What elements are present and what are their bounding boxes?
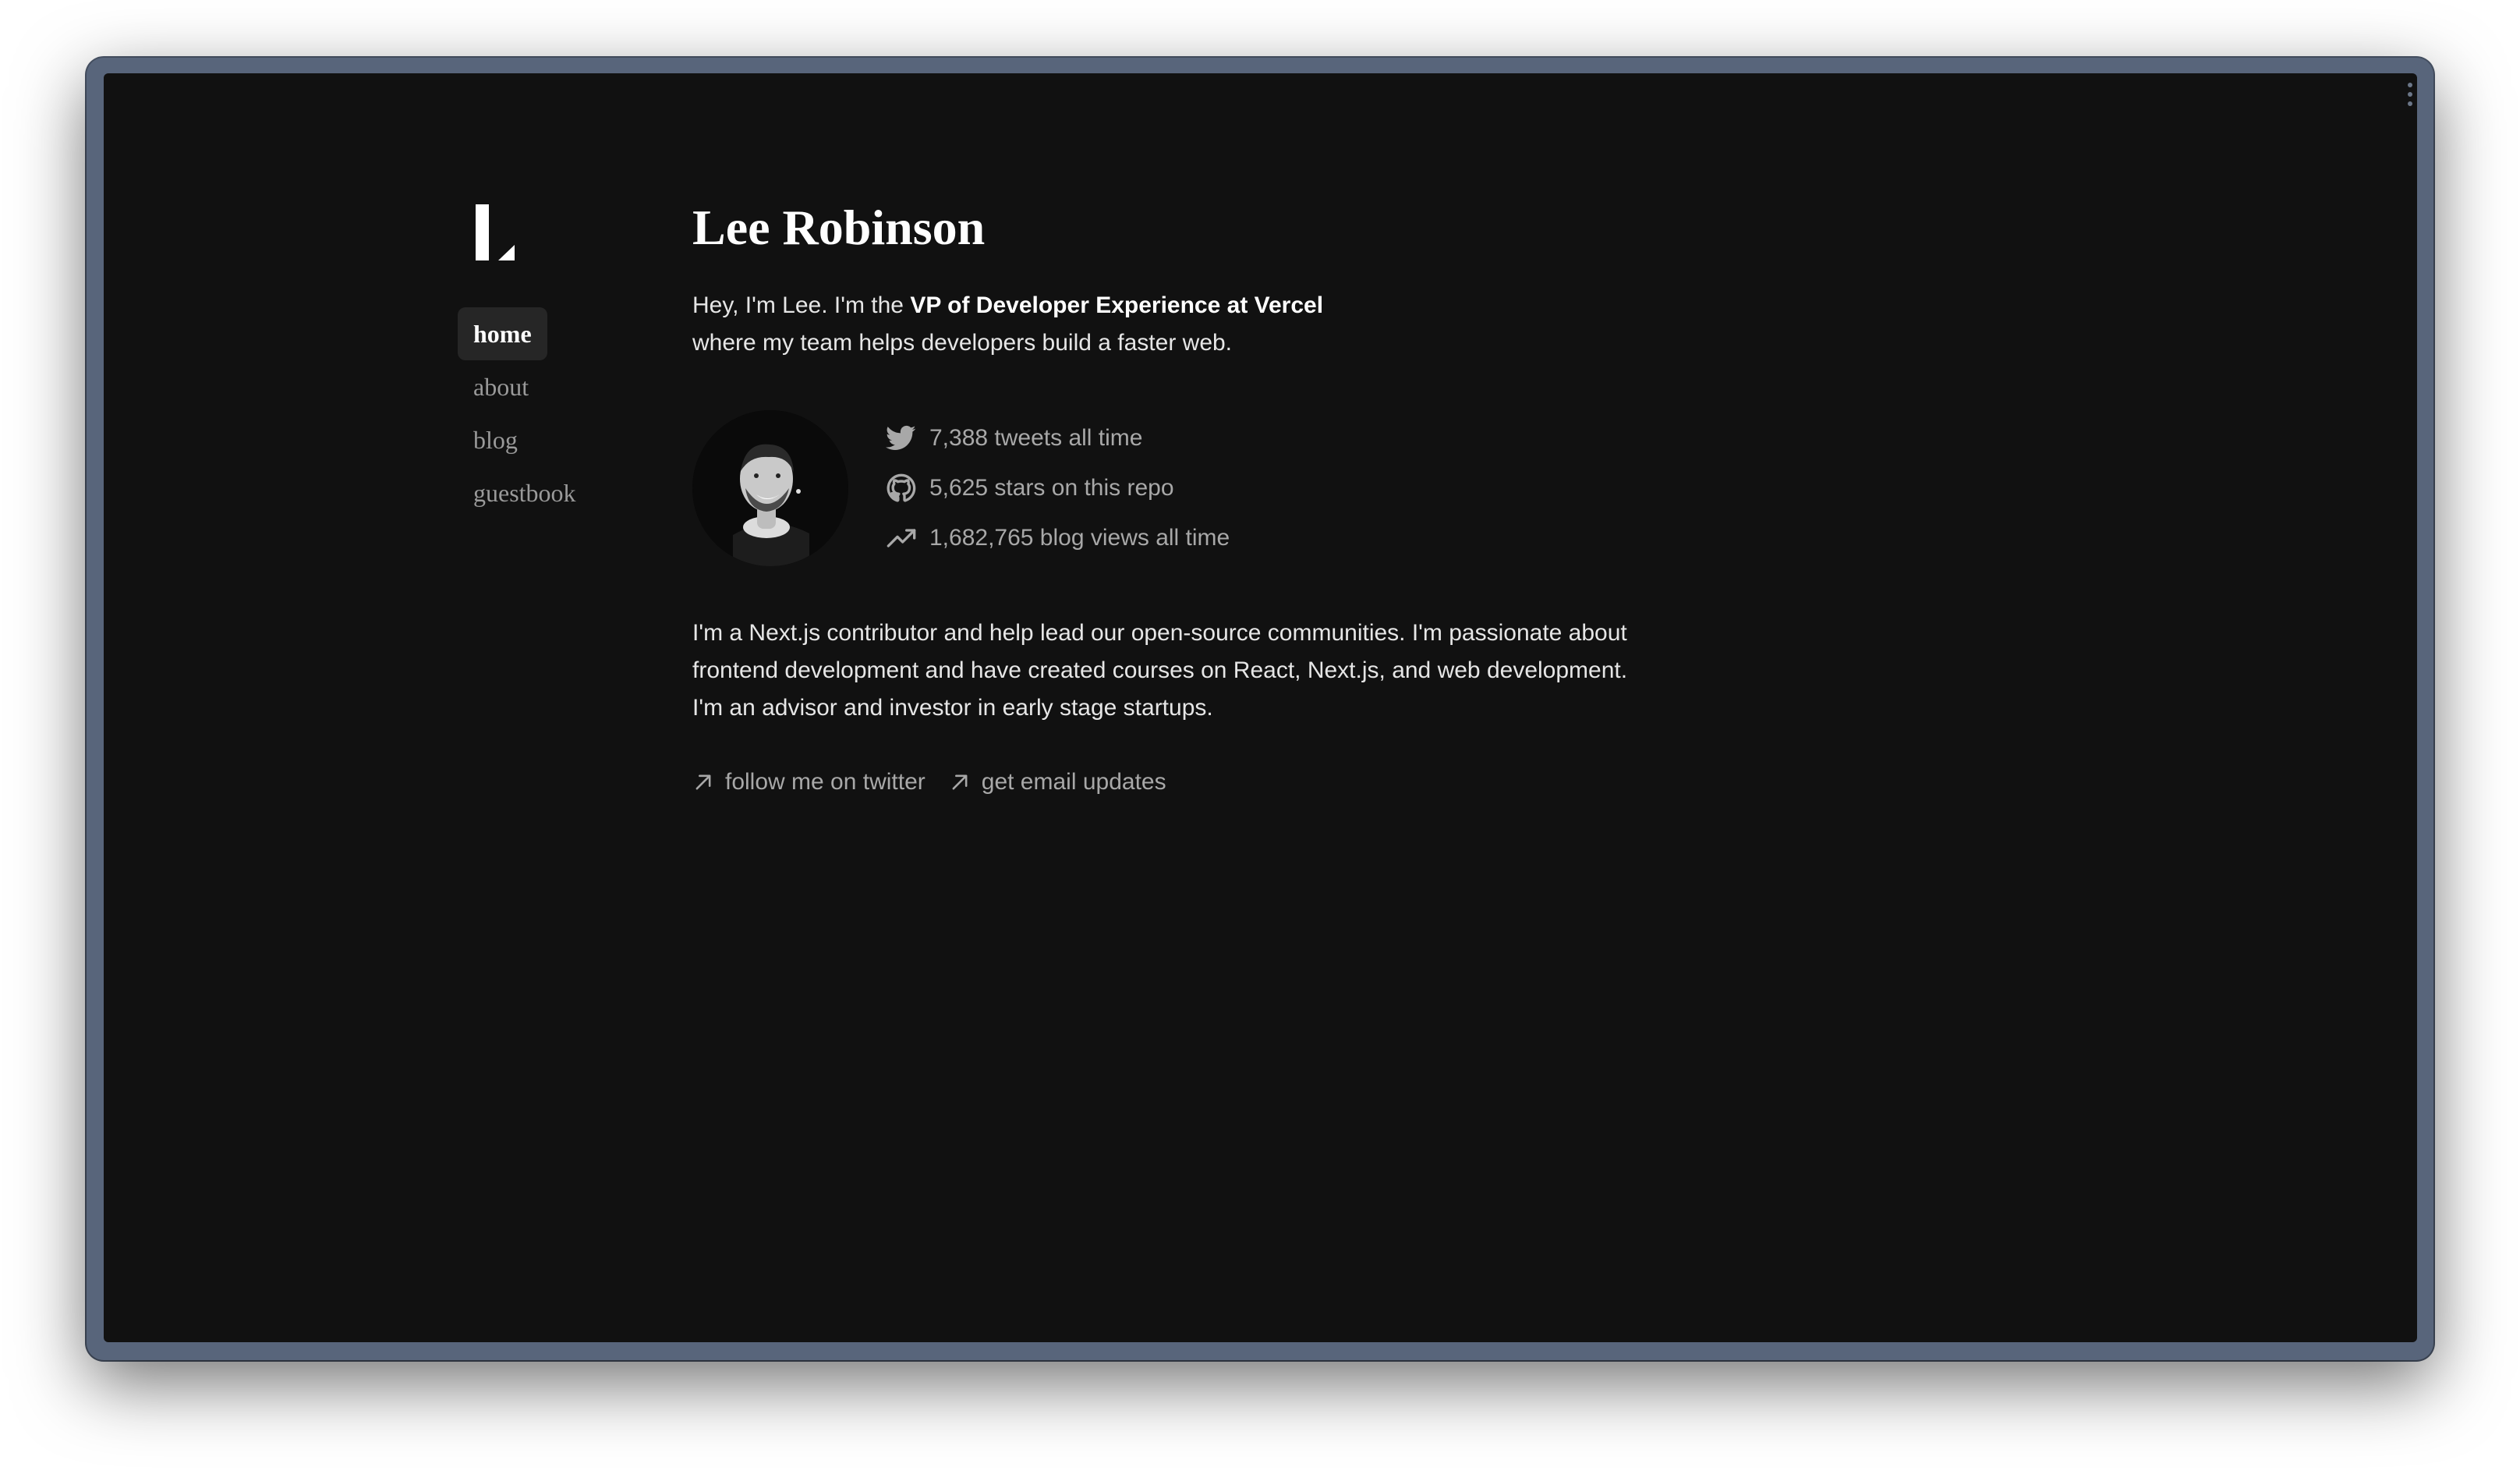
stats-section: 7,388 tweets all time 5,625 stars on thi… (692, 410, 1690, 566)
sidebar-nav: home about blog guestbook (458, 307, 592, 519)
email-updates-label: get email updates (981, 769, 1166, 795)
nav-item-about[interactable]: about (458, 360, 544, 413)
stat-stars-text: 5,625 stars on this repo (929, 475, 1174, 501)
stats-list: 7,388 tweets all time 5,625 stars on thi… (886, 413, 1230, 563)
site-logo[interactable] (476, 204, 515, 260)
intro-role: VP of Developer Experience at Vercel (910, 292, 1324, 318)
email-updates-link[interactable]: get email updates (949, 769, 1166, 795)
intro-suffix: where my team helps developers build a f… (692, 330, 1233, 356)
nav-item-guestbook[interactable]: guestbook (458, 466, 592, 519)
trending-up-icon (887, 529, 916, 547)
follow-twitter-label: follow me on twitter (725, 769, 926, 795)
arrow-up-right-icon (952, 774, 968, 790)
intro-prefix: Hey, I'm Lee. I'm the (692, 292, 911, 318)
intro-text: Hey, I'm Lee. I'm the VP of Developer Ex… (692, 287, 1690, 362)
stat-views: 1,682,765 blog views all time (886, 513, 1230, 563)
social-links: follow me on twitter get email updates (692, 769, 1690, 795)
arrow-up-right-icon (695, 774, 711, 790)
stat-tweets: 7,388 tweets all time (886, 413, 1230, 463)
nav-item-blog[interactable]: blog (458, 413, 533, 466)
main-content: Lee Robinson Hey, I'm Lee. I'm the VP of… (692, 195, 1690, 795)
stat-stars: 5,625 stars on this repo (886, 463, 1230, 513)
page-title: Lee Robinson (692, 200, 986, 255)
nav-item-home[interactable]: home (458, 307, 547, 360)
stat-views-text: 1,682,765 blog views all time (929, 525, 1230, 551)
twitter-icon (886, 425, 916, 450)
stat-tweets-text: 7,388 tweets all time (929, 425, 1143, 451)
scrollbar-handle[interactable] (2408, 83, 2412, 106)
bio-paragraph: I'm a Next.js contributor and help lead … (692, 620, 1628, 721)
follow-twitter-link[interactable]: follow me on twitter (692, 769, 926, 795)
github-icon (887, 473, 916, 502)
avatar (692, 410, 848, 566)
